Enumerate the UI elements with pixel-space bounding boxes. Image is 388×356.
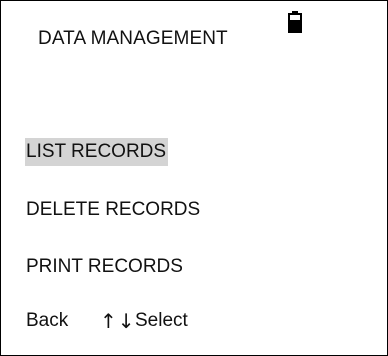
menu-item-print-records[interactable]: PRINT RECORDS	[25, 253, 185, 281]
select-softkey[interactable]: Select	[135, 307, 188, 335]
menu-item-list-records[interactable]: LIST RECORDS	[25, 138, 169, 166]
up-down-arrows-icon[interactable]: ↑↓	[100, 307, 136, 335]
page-title: DATA MANAGEMENT	[38, 28, 228, 49]
device-screen: DATA MANAGEMENT LIST RECORDS DELETE RECO…	[0, 0, 388, 356]
menu-item-delete-records[interactable]: DELETE RECORDS	[25, 196, 202, 224]
battery-icon	[288, 11, 302, 33]
back-softkey[interactable]: Back	[26, 307, 68, 335]
